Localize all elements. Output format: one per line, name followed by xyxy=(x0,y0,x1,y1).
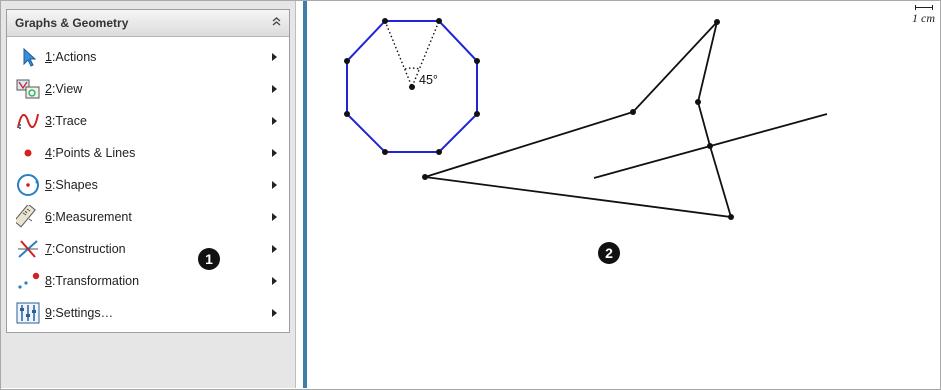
intersection-point[interactable] xyxy=(707,143,713,149)
vertex-point[interactable] xyxy=(714,19,720,25)
pointer-arrow-icon xyxy=(16,45,40,69)
vertex-point[interactable] xyxy=(436,149,442,155)
menu-item-measurement[interactable]: 6:Measurement xyxy=(7,201,289,233)
trace-icon xyxy=(16,109,40,133)
menu-item-label: :Points & Lines xyxy=(51,146,136,160)
double-chevron-up-icon[interactable] xyxy=(272,17,281,29)
geometry-drawing: 45° xyxy=(344,18,828,220)
menu-item-trace[interactable]: 3:Trace xyxy=(7,105,289,137)
graphs-geometry-menu: Graphs & Geometry 1:Actions 2:View 3:Tra… xyxy=(6,9,290,333)
menu-key: 8 xyxy=(45,274,52,288)
menu-pane: Graphs & Geometry 1:Actions 2:View 3:Tra… xyxy=(1,1,296,388)
vertex-point[interactable] xyxy=(382,149,388,155)
menu-key: 4 xyxy=(45,146,52,160)
menu-item-label: :View xyxy=(51,82,83,96)
vertex-point[interactable] xyxy=(630,109,636,115)
submenu-arrow-icon xyxy=(272,277,277,285)
menu-key: 3 xyxy=(45,114,52,128)
menu-item-label: :Settings… xyxy=(51,306,114,320)
submenu-arrow-icon xyxy=(272,181,277,189)
vertex-point[interactable] xyxy=(436,18,442,24)
figure-vertices xyxy=(422,19,734,220)
menu-item-label: :Measurement xyxy=(51,210,132,224)
menu-header: Graphs & Geometry xyxy=(7,10,289,37)
menu-key: 7 xyxy=(45,242,52,256)
menu-key: 5 xyxy=(45,178,52,192)
settings-sliders-icon xyxy=(16,301,40,325)
submenu-arrow-icon xyxy=(272,85,277,93)
submenu-arrow-icon xyxy=(272,309,277,317)
octagon-vertices xyxy=(344,18,480,155)
submenu-arrow-icon xyxy=(272,149,277,157)
menu-key: 6 xyxy=(45,210,52,224)
vertex-point[interactable] xyxy=(695,99,701,105)
menu-key: 9 xyxy=(45,306,52,320)
center-point[interactable] xyxy=(409,84,415,90)
transformation-icon xyxy=(16,269,40,293)
callout-1: 1 xyxy=(198,248,220,270)
menu-item-label: :Trace xyxy=(51,114,87,128)
vertex-point[interactable] xyxy=(344,58,350,64)
menu-item-settings[interactable]: 9:Settings… xyxy=(7,297,289,329)
ruler-icon xyxy=(16,205,40,229)
menu-title: Graphs & Geometry xyxy=(15,16,129,30)
submenu-arrow-icon xyxy=(272,53,277,61)
menu-item-transformation[interactable]: 8:Transformation xyxy=(7,265,289,297)
view-icon xyxy=(16,77,40,101)
menu-item-shapes[interactable]: 5:Shapes xyxy=(7,169,289,201)
menu-item-label: :Transformation xyxy=(51,274,140,288)
submenu-arrow-icon xyxy=(272,213,277,221)
menu-key: 1 xyxy=(45,50,52,64)
vertex-point[interactable] xyxy=(474,58,480,64)
submenu-arrow-icon xyxy=(272,117,277,125)
submenu-arrow-icon xyxy=(272,245,277,253)
menu-key: 2 xyxy=(45,82,52,96)
vertex-point[interactable] xyxy=(344,111,350,117)
point-icon xyxy=(16,141,40,165)
menu-list: 1:Actions 2:View 3:Trace 4:Points & Line… xyxy=(7,37,289,329)
angle-measure[interactable]: 45° xyxy=(419,73,438,87)
menu-item-construction[interactable]: 7:Construction xyxy=(7,233,289,265)
construction-icon xyxy=(16,237,40,261)
geometry-canvas[interactable]: 1 cm 45° 2 xyxy=(307,1,939,388)
vertex-point[interactable] xyxy=(422,174,428,180)
vertex-point[interactable] xyxy=(728,214,734,220)
vertex-point[interactable] xyxy=(474,111,480,117)
menu-item-label: :Actions xyxy=(51,50,97,64)
menu-item-label: :Shapes xyxy=(51,178,98,192)
menu-item-actions[interactable]: 1:Actions xyxy=(7,41,289,73)
menu-item-label: :Construction xyxy=(51,242,126,256)
callout-2: 2 xyxy=(598,242,620,264)
menu-item-points-lines[interactable]: 4:Points & Lines xyxy=(7,137,289,169)
vertex-point[interactable] xyxy=(382,18,388,24)
circle-shape-icon xyxy=(16,173,40,197)
menu-item-view[interactable]: 2:View xyxy=(7,73,289,105)
